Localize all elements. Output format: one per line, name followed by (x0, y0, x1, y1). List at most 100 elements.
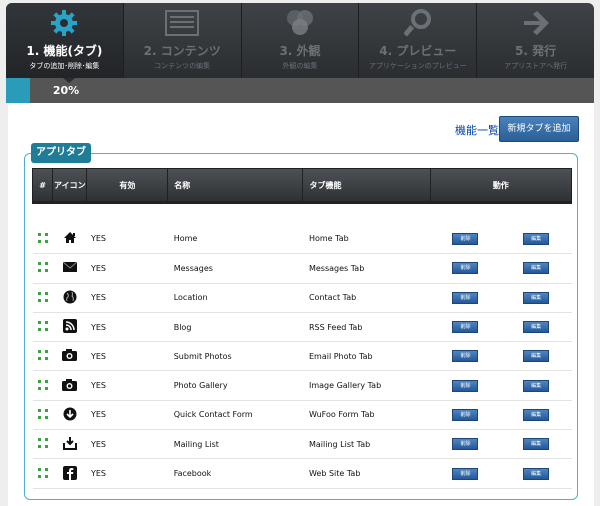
delete-button[interactable]: 削除 (452, 350, 479, 363)
drag-handle-icon[interactable] (37, 321, 48, 332)
step-subtitle: アプリストアへ発行 (504, 62, 568, 70)
envelope-icon (62, 262, 78, 274)
drag-handle-icon[interactable] (37, 379, 48, 390)
table-row: YES Location Contact Tab 削除 編集 (32, 283, 572, 313)
name-cell: Blog (167, 312, 303, 343)
drag-cell[interactable] (32, 283, 53, 313)
step-publish[interactable]: 5. 発行 アプリストアへ発行 (476, 3, 594, 78)
icon-cell (52, 400, 87, 431)
drag-cell[interactable] (32, 458, 53, 489)
function-cell: Contact Tab (302, 283, 431, 313)
enabled-cell: YES (86, 253, 168, 284)
enabled-cell: YES (86, 224, 168, 255)
delete-button[interactable]: 削除 (452, 438, 479, 451)
progress-bar: 20% (6, 78, 594, 103)
name-cell: Photo Gallery (167, 370, 303, 401)
icon-cell (52, 283, 87, 313)
function-cell: WuFoo Form Tab (302, 400, 431, 431)
drag-handle-icon[interactable] (37, 232, 48, 243)
circles-icon (242, 3, 359, 39)
section-legend: アプリタブ (31, 143, 91, 163)
delete-button[interactable]: 削除 (452, 291, 479, 304)
drag-cell[interactable] (32, 253, 53, 284)
name-cell: Home (167, 224, 303, 255)
name-cell: Mailing List (167, 429, 303, 460)
function-cell: Web Site Tab (302, 458, 431, 489)
function-cell: Image Gallery Tab (302, 370, 431, 401)
name-cell: Submit Photos (167, 341, 303, 372)
step-subtitle: アプリケーションのプレビュー (368, 62, 467, 70)
name-cell: Messages (167, 253, 303, 284)
edit-cell: 編集 (500, 458, 572, 489)
step-title: 1. 機能(タブ) (26, 44, 103, 58)
delete-cell: 削除 (430, 370, 501, 401)
inbox-download-icon (62, 437, 77, 452)
step-subtitle: タブの追加･削除･編集 (29, 62, 100, 70)
edit-button[interactable]: 編集 (523, 438, 550, 451)
drag-cell[interactable] (32, 312, 53, 343)
edit-button[interactable]: 編集 (523, 232, 550, 245)
step-content[interactable]: 2. コンテンツ コンテンツの編集 (122, 3, 241, 78)
step-title: 5. 発行 (515, 44, 557, 58)
table-row: YES Blog RSS Feed Tab 削除 編集 (32, 312, 572, 343)
drag-handle-icon[interactable] (37, 262, 48, 273)
drag-cell[interactable] (32, 429, 53, 460)
tabs-table: # アイコン 有効 名称 タブ機能 動作 YES Home Home Tab 削除 編集… (31, 168, 573, 489)
enabled-cell: YES (86, 312, 168, 343)
drag-cell[interactable] (32, 341, 53, 372)
enabled-cell: YES (86, 400, 168, 431)
edit-button[interactable]: 編集 (523, 408, 550, 421)
name-cell: Location (167, 283, 303, 313)
edit-button[interactable]: 編集 (523, 321, 550, 334)
icon-cell (52, 224, 87, 255)
drag-cell[interactable] (32, 370, 53, 401)
add-new-tab-button[interactable]: 新規タブを追加 (499, 116, 579, 142)
facebook-icon (62, 465, 77, 482)
delete-button[interactable]: 削除 (452, 379, 479, 392)
table-row: YES Quick Contact Form WuFoo Form Tab 削除 編集 (32, 400, 572, 431)
enabled-cell: YES (86, 341, 168, 372)
main-panel: 機能一覧 新規タブを追加 アプリタブ # アイコン 有効 名称 タブ機能 動作 … (8, 103, 594, 506)
step-title: 4. プレビュー (379, 44, 457, 58)
camera-icon (62, 378, 78, 393)
delete-cell: 削除 (430, 283, 501, 313)
step-title: 3. 外観 (279, 44, 321, 58)
enabled-cell: YES (86, 370, 168, 401)
step-subtitle: コンテンツの編集 (154, 62, 211, 70)
drag-handle-icon[interactable] (37, 408, 48, 419)
header-action: 動作 (429, 168, 573, 204)
function-cell: Mailing List Tab (302, 429, 431, 460)
step-appearance[interactable]: 3. 外観 外観の編集 (240, 3, 359, 78)
edit-button[interactable]: 編集 (523, 379, 550, 392)
step-features[interactable]: 1. 機能(タブ) タブの追加･削除･編集 (6, 3, 123, 78)
drag-cell[interactable] (32, 400, 53, 431)
delete-button[interactable]: 削除 (452, 408, 479, 421)
step-preview[interactable]: 4. プレビュー アプリケーションのプレビュー (358, 3, 476, 78)
drag-handle-icon[interactable] (37, 291, 48, 302)
delete-button[interactable]: 削除 (452, 467, 479, 480)
name-cell: Facebook (167, 458, 303, 489)
drag-handle-icon[interactable] (37, 350, 48, 361)
drag-cell[interactable] (32, 224, 53, 255)
table-row: YES Facebook Web Site Tab 削除 編集 (32, 458, 572, 489)
function-cell: Email Photo Tab (302, 341, 431, 372)
delete-button[interactable]: 削除 (452, 262, 479, 275)
edit-button[interactable]: 編集 (523, 291, 550, 304)
download-icon (63, 407, 77, 423)
enabled-cell: YES (86, 458, 168, 489)
edit-button[interactable]: 編集 (523, 262, 550, 275)
function-cell: RSS Feed Tab (302, 312, 431, 343)
globe-icon (63, 290, 77, 306)
drag-handle-icon[interactable] (37, 467, 48, 478)
delete-button[interactable]: 削除 (452, 321, 479, 334)
edit-cell: 編集 (500, 312, 572, 343)
icon-cell (52, 458, 87, 489)
step-subtitle: 外観の編集 (282, 62, 318, 70)
feature-list-link[interactable]: 機能一覧 (455, 122, 499, 138)
edit-button[interactable]: 編集 (523, 467, 550, 480)
home-icon (63, 232, 77, 246)
drag-handle-icon[interactable] (37, 438, 48, 449)
header-name: 名称 (167, 168, 304, 204)
delete-button[interactable]: 削除 (452, 232, 479, 245)
edit-button[interactable]: 編集 (523, 350, 550, 363)
